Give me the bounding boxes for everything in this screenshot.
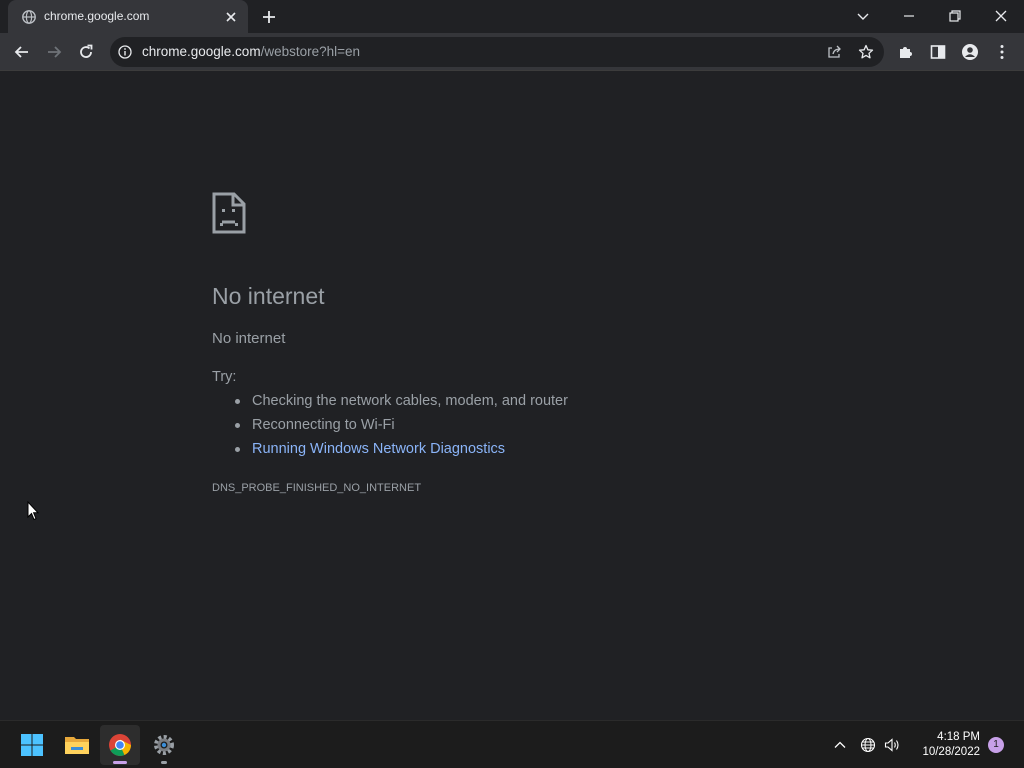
site-info-icon[interactable] [118,45,132,59]
close-window-icon[interactable] [991,6,1011,26]
browser-tab[interactable]: chrome.google.com [8,0,248,33]
chrome-icon [109,734,131,756]
suggestion-item: Checking the network cables, modem, and … [232,393,568,417]
title-bar: chrome.google.com [0,0,1024,33]
profile-icon[interactable] [960,42,980,62]
globe-icon [22,10,36,24]
clock-time: 4:18 PM [937,731,980,743]
back-icon[interactable] [12,42,32,62]
active-indicator [113,761,127,764]
taskbar: 4:18 PM 10/28/2022 1 [0,720,1024,768]
error-code: DNS_PROBE_FINISHED_NO_INTERNET [212,482,422,494]
menu-icon[interactable] [992,42,1012,62]
error-title: No internet [212,283,325,309]
running-indicator [161,761,167,764]
browser-toolbar: chrome.google.com/webstore?hl=en [0,33,1024,71]
network-diagnostics-link[interactable]: Running Windows Network Diagnostics [232,441,568,465]
bookmark-star-icon[interactable] [858,44,874,60]
suggestion-list: Checking the network cables, modem, and … [232,393,568,465]
url-path: /webstore?hl=en [260,44,361,59]
minimize-icon[interactable] [899,6,919,26]
new-tab-icon[interactable] [260,8,278,26]
sad-page-icon [212,192,246,234]
volume-icon[interactable] [884,737,900,753]
forward-icon[interactable] [44,42,64,62]
file-explorer-icon [65,737,89,754]
url-host: chrome.google.com [142,44,261,59]
close-tab-icon[interactable] [223,9,239,25]
tab-title: chrome.google.com [44,9,150,23]
share-icon[interactable] [826,44,842,60]
url-text: chrome.google.com/webstore?hl=en [142,44,360,59]
start-button[interactable] [12,725,52,765]
settings-icon [154,735,174,755]
network-globe-icon[interactable] [860,737,876,753]
reload-icon[interactable] [76,42,96,62]
chrome-taskbar-button[interactable] [100,725,140,765]
side-panel-icon[interactable] [928,42,948,62]
restore-icon[interactable] [945,6,965,26]
extensions-icon[interactable] [896,42,916,62]
address-bar[interactable]: chrome.google.com/webstore?hl=en [110,37,884,67]
error-subtitle: No internet [212,330,286,347]
suggestion-item: Reconnecting to Wi-Fi [232,417,568,441]
notification-badge[interactable]: 1 [988,737,1004,753]
system-clock[interactable]: 4:18 PM 10/28/2022 [912,730,980,760]
mouse-cursor-icon [27,501,39,521]
tab-search-icon[interactable] [853,6,873,26]
chevron-up-icon[interactable] [832,737,848,753]
clock-date: 10/28/2022 [922,746,980,758]
settings-taskbar-button[interactable] [144,725,184,765]
file-explorer-button[interactable] [56,725,96,765]
windows-start-icon [21,734,43,756]
page-content: No internet No internet Try: Checking th… [0,71,1024,720]
try-label: Try: [212,369,237,385]
